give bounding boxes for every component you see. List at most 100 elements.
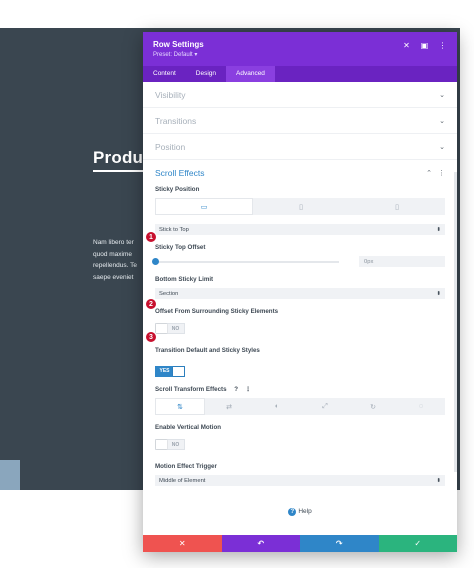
field-label: Motion Effect Trigger <box>155 463 217 470</box>
device-tabs: ▭ ▯ ▯ <box>155 198 445 215</box>
bottom-sticky-limit-group: Bottom Sticky Limit Section ⬍ <box>155 276 445 299</box>
toggle-text: YES <box>159 368 170 374</box>
section-label: Visibility <box>155 89 186 100</box>
modal-header-icons: ✕ ▣ ⋮ <box>402 41 447 50</box>
rotating-icon[interactable]: ↻ <box>349 398 397 415</box>
sticky-top-offset-slider[interactable] <box>152 257 339 265</box>
help-label: Help <box>298 508 312 515</box>
expand-icon[interactable]: ▣ <box>420 41 429 50</box>
bottom-sticky-limit-select[interactable]: Section ⬍ <box>155 288 445 299</box>
horizontal-motion-icon[interactable]: ⇄ <box>205 398 253 415</box>
page-paragraph: Nam libero ter quod maxime repellendus. … <box>93 237 145 283</box>
enable-vertical-toggle[interactable]: NO <box>155 439 185 450</box>
sticky-select-group: Stick to Top ⬍ <box>155 224 445 235</box>
scroll-effects-header[interactable]: Scroll Effects ⌃ ⋮ <box>155 160 445 186</box>
help-icon: ? <box>288 508 297 516</box>
callout-badge-3: 3 <box>145 331 157 343</box>
help-link[interactable]: ? Help <box>143 508 457 516</box>
page-paragraph-line: saepe eveniet <box>93 273 134 281</box>
enable-vertical-group: Enable Vertical Motion NO <box>155 424 445 454</box>
close-icon[interactable]: ✕ <box>402 41 411 50</box>
cancel-button[interactable]: ✕ <box>143 535 222 552</box>
transition-default-group: Transition Default and Sticky Styles YES <box>155 347 445 377</box>
section-transitions[interactable]: Transitions ⌄ <box>143 108 457 134</box>
sticky-top-offset-slider-row: 0px <box>152 256 445 267</box>
more-options-icon[interactable]: ⋮ <box>438 41 447 50</box>
field-label: Transition Default and Sticky Styles <box>155 347 260 354</box>
tab-advanced[interactable]: Advanced <box>226 66 275 82</box>
field-label: Scroll Transform Effects ? ⋮ <box>155 386 445 393</box>
blur-icon[interactable]: ◌ <box>397 398 445 415</box>
undo-button[interactable]: ↶ <box>221 535 300 552</box>
tablet-icon[interactable]: ▯ <box>253 198 349 215</box>
chevron-up-icon[interactable]: ⌃ <box>426 169 432 177</box>
offset-surrounding-toggle[interactable]: NO <box>155 323 185 334</box>
redo-button[interactable]: ↷ <box>300 535 379 552</box>
toggle-text: NO <box>171 441 180 448</box>
phone-icon[interactable]: ▯ <box>349 198 445 215</box>
select-arrow-icon: ⬍ <box>436 290 441 297</box>
select-arrow-icon: ⬍ <box>436 226 441 233</box>
field-label-icons: ? ⋮ <box>234 386 251 393</box>
section-scroll-effects: Scroll Effects ⌃ ⋮ Sticky Position ▭ ▯ ▯ <box>143 160 457 486</box>
scaling-icon[interactable]: ⤢ <box>301 398 349 415</box>
page-heading-underline <box>93 170 145 172</box>
preset-selector[interactable]: Preset: Default ▾ <box>153 51 447 58</box>
callout-badge-1: 1 <box>145 231 157 243</box>
section-position[interactable]: Position ⌄ <box>143 134 457 160</box>
sticky-top-offset-input[interactable]: 0px <box>359 256 445 267</box>
desktop-icon[interactable]: ▭ <box>155 198 253 215</box>
scroll-transform-group: Scroll Transform Effects ? ⋮ ⇅ ⇄ ◐ ⤢ ↻ ◌ <box>155 386 445 415</box>
section-title: Scroll Effects <box>155 168 205 178</box>
sticky-position-select[interactable]: Stick to Top ⬍ <box>155 224 445 235</box>
toggle-knob <box>173 366 184 376</box>
section-label: Transitions <box>155 115 197 126</box>
chevron-down-icon: ⌄ <box>439 143 445 151</box>
slider-handle[interactable] <box>152 257 159 265</box>
save-button[interactable]: ✓ <box>378 535 457 552</box>
section-visibility[interactable]: Visibility ⌄ <box>143 82 457 108</box>
transition-default-toggle[interactable]: YES <box>155 365 185 377</box>
page-heading: Produc <box>93 148 145 167</box>
sticky-top-offset-group: Sticky Top Offset 0px <box>152 244 445 267</box>
stage: Produc Nam libero ter quod maxime repell… <box>0 0 474 568</box>
select-value: Stick to Top <box>159 226 189 233</box>
modal-tabs: Content Design Advanced <box>143 66 457 82</box>
chevron-down-icon: ⌄ <box>439 91 445 99</box>
select-value: Section <box>159 290 179 297</box>
scrollbar[interactable] <box>454 172 457 472</box>
help-icon[interactable]: ? <box>234 386 238 393</box>
more-options-icon[interactable]: ⋮ <box>245 386 251 393</box>
field-label: Enable Vertical Motion <box>155 424 222 431</box>
field-label: Sticky Position <box>155 186 200 193</box>
page-paragraph-line: Nam libero ter <box>93 239 134 246</box>
motion-trigger-select[interactable]: Middle of Element ⬍ <box>155 475 445 486</box>
page-paragraph-line: repellendus. Te <box>93 262 137 269</box>
offset-surrounding-group: Offset From Surrounding Sticky Elements … <box>155 308 445 338</box>
more-options-icon[interactable]: ⋮ <box>438 169 445 177</box>
section-label: Position <box>155 141 186 152</box>
vertical-motion-icon[interactable]: ⇅ <box>155 398 205 415</box>
page-paragraph-line: quod maxime <box>93 250 133 258</box>
motion-trigger-group: Motion Effect Trigger Middle of Element … <box>155 463 445 486</box>
field-label: Bottom Sticky Limit <box>155 276 214 283</box>
callout-badge-2: 2 <box>145 298 157 310</box>
toggle-knob <box>156 324 167 333</box>
page-background-strip <box>0 460 20 490</box>
tab-content[interactable]: Content <box>143 66 186 82</box>
toggle-text: NO <box>171 325 180 332</box>
sticky-position-group: Sticky Position ▭ ▯ ▯ <box>155 186 445 215</box>
select-value: Middle of Element <box>159 477 206 484</box>
row-settings-modal: Row Settings Preset: Default ▾ ✕ ▣ ⋮ Con… <box>143 32 457 552</box>
toggle-knob <box>156 440 167 449</box>
chevron-down-icon: ⌄ <box>439 117 445 125</box>
tab-design[interactable]: Design <box>186 66 226 82</box>
select-arrow-icon: ⬍ <box>436 477 441 484</box>
field-label: Sticky Top Offset <box>155 244 206 251</box>
scroll-transform-tabs: ⇅ ⇄ ◐ ⤢ ↻ ◌ <box>155 398 445 415</box>
fading-icon[interactable]: ◐ <box>253 398 301 415</box>
modal-header: Row Settings Preset: Default ▾ ✕ ▣ ⋮ <box>143 32 457 66</box>
section-header-icons: ⌃ ⋮ <box>426 169 445 177</box>
field-label-text: Scroll Transform Effects <box>155 386 227 393</box>
modal-footer: ✕ ↶ ↷ ✓ <box>143 535 457 552</box>
